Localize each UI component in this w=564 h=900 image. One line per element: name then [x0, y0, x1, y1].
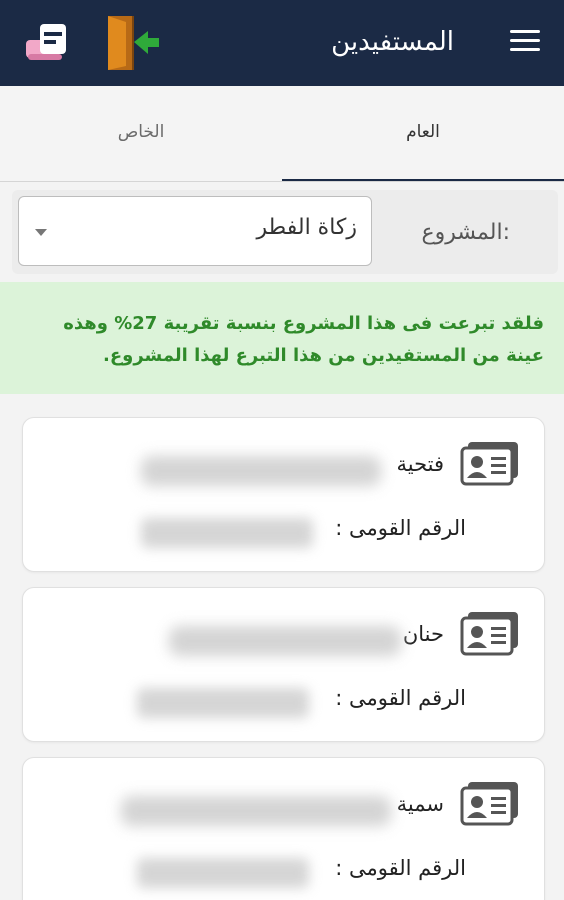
donation-notice-text: فلقد تبرعت فى هذا المشروع بنسبة تقريبة 2… — [63, 313, 544, 366]
national-id-label: الرقم القومى : — [335, 516, 466, 540]
redacted-national-id — [137, 688, 309, 718]
beneficiary-name: سمية — [396, 792, 444, 816]
tab-private[interactable]: الخاص — [0, 86, 282, 182]
redacted-national-id — [141, 518, 313, 548]
tab-public-label: العام — [406, 122, 440, 142]
tab-public[interactable]: العام — [282, 86, 564, 182]
redacted-surname — [141, 456, 381, 486]
redacted-surname — [169, 626, 401, 656]
redacted-national-id — [137, 858, 309, 888]
id-card-icon — [460, 440, 520, 486]
beneficiary-name: فتحية — [396, 452, 444, 476]
beneficiary-card: سمية الرقم القومى : — [22, 757, 545, 900]
hamburger-menu-icon[interactable] — [510, 30, 540, 54]
door-exit-icon[interactable] — [104, 14, 162, 72]
redacted-surname — [121, 796, 391, 826]
project-label: المشروع: — [421, 220, 510, 245]
tab-bar: العام الخاص — [0, 86, 564, 182]
app-logo — [22, 16, 72, 66]
id-card-icon — [460, 780, 520, 826]
national-id-label: الرقم القومى : — [335, 686, 466, 710]
beneficiary-card: فتحية الرقم القومى : — [22, 417, 545, 572]
beneficiary-card: حنان الرقم القومى : — [22, 587, 545, 742]
tab-private-label: الخاص — [117, 122, 165, 142]
page-title: المستفيدين — [331, 27, 454, 57]
chevron-down-icon — [35, 229, 47, 236]
app-bar: المستفيدين — [0, 0, 564, 86]
project-select[interactable]: زكاة الفطر — [18, 196, 372, 266]
national-id-label: الرقم القومى : — [335, 856, 466, 880]
beneficiary-name: حنان — [402, 622, 444, 646]
project-select-value: زكاة الفطر — [256, 215, 357, 240]
id-card-icon — [460, 610, 520, 656]
donation-notice: فلقد تبرعت فى هذا المشروع بنسبة تقريبة 2… — [0, 282, 564, 394]
